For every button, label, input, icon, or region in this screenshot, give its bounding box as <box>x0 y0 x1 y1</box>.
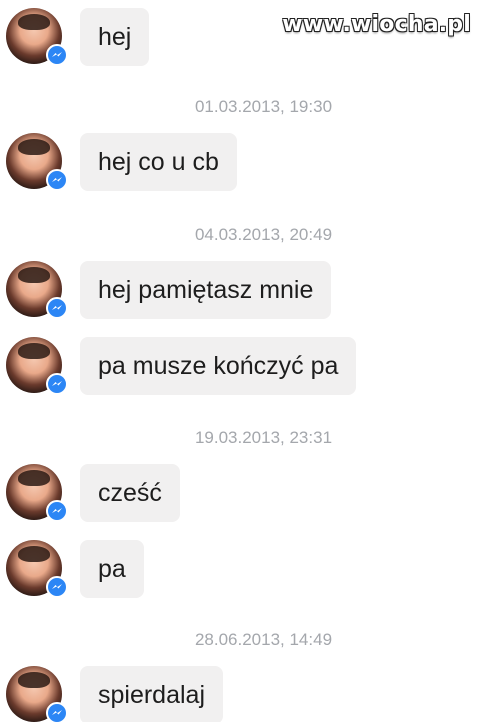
message-bubble[interactable]: hej co u cb <box>80 133 237 191</box>
chat-screen: www.wiocha.pl hej 01.03.2013, 19:30 hej … <box>0 0 487 722</box>
watermark: www.wiocha.pl <box>282 12 471 37</box>
avatar[interactable] <box>6 666 68 722</box>
timestamp: 28.06.2013, 14:49 <box>194 630 333 649</box>
avatar[interactable] <box>6 337 68 395</box>
message-bubble[interactable]: cześć <box>80 464 180 522</box>
timestamp: 04.03.2013, 20:49 <box>194 225 333 244</box>
messenger-icon <box>46 169 68 191</box>
avatar[interactable] <box>6 540 68 598</box>
messenger-icon <box>46 44 68 66</box>
timestamp: 19.03.2013, 23:31 <box>194 428 333 447</box>
message-bubble[interactable]: hej <box>80 8 150 66</box>
messenger-icon <box>46 373 68 395</box>
avatar[interactable] <box>6 8 68 66</box>
messenger-icon <box>46 702 68 722</box>
message-bubble[interactable]: pa <box>80 540 144 598</box>
message-bubble[interactable]: hej pamiętasz mnie <box>80 261 332 319</box>
message-bubble[interactable]: pa musze kończyć pa <box>80 337 357 395</box>
messenger-icon <box>46 297 68 319</box>
avatar[interactable] <box>6 261 68 319</box>
avatar[interactable] <box>6 464 68 522</box>
messenger-icon <box>46 500 68 522</box>
avatar[interactable] <box>6 133 68 191</box>
message-bubble[interactable]: spierdalaj <box>80 666 224 722</box>
messenger-icon <box>46 576 68 598</box>
timestamp: 01.03.2013, 19:30 <box>194 97 333 116</box>
